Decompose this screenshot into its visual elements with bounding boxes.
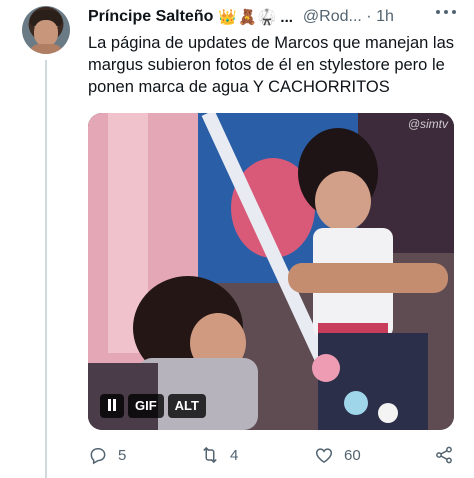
pause-icon xyxy=(107,399,117,411)
like-count: 60 xyxy=(344,446,361,464)
media-badges: GIF ALT xyxy=(100,394,206,418)
name-truncation: ... xyxy=(280,8,293,26)
retweet-icon xyxy=(203,446,217,464)
retweet-button[interactable]: 4 xyxy=(200,444,238,466)
tweet-header: Príncipe Salteño 👑🧸🥋 ... @Rod... · 1h xyxy=(88,6,462,28)
retweet-count: 4 xyxy=(230,446,239,464)
tweet-text: La página de updates de Marcos que manej… xyxy=(88,34,455,96)
avatar-face xyxy=(34,20,58,46)
share-icon xyxy=(436,446,452,464)
display-name[interactable]: Príncipe Salteño xyxy=(88,8,213,26)
reply-button[interactable]: 5 xyxy=(88,444,126,466)
share-button[interactable] xyxy=(434,444,454,466)
gif-media[interactable]: @simtv GIF ALT xyxy=(88,113,454,430)
gif-frame xyxy=(88,113,454,430)
reply-icon xyxy=(90,448,106,465)
watermark: @simtv xyxy=(407,117,448,131)
avatar-body xyxy=(28,44,64,54)
gif-badge: GIF xyxy=(128,394,164,418)
thread-line xyxy=(45,60,47,478)
name-emojis: 👑🧸🥋 xyxy=(218,9,278,26)
like-button[interactable]: 60 xyxy=(314,444,361,466)
avatar[interactable] xyxy=(22,6,70,54)
like-icon xyxy=(315,448,333,463)
reply-count: 5 xyxy=(118,446,127,464)
tweet-actions: 5 4 60 xyxy=(88,444,460,466)
pause-button[interactable] xyxy=(100,394,124,418)
handle-and-time[interactable]: @Rod... · 1h xyxy=(303,8,394,26)
alt-button[interactable]: ALT xyxy=(167,394,206,418)
more-icon[interactable] xyxy=(436,9,456,15)
